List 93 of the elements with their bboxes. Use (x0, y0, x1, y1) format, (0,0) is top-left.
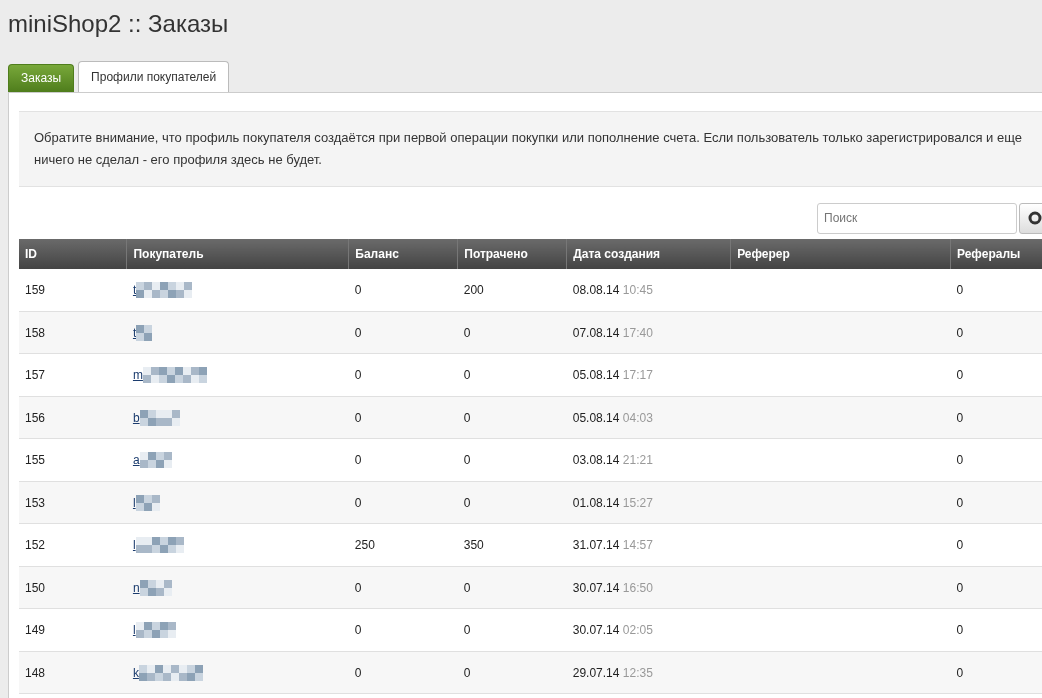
table-cell: 0 (457, 311, 567, 354)
search-icon (1028, 211, 1042, 226)
column-header[interactable]: Дата создания (566, 238, 731, 269)
table-cell: 152 (19, 523, 127, 567)
date-text: 30.07.14 (572, 623, 620, 638)
pixelated-drawing (135, 622, 176, 639)
table-cell: 350 (457, 523, 567, 567)
pixelated-drawing (139, 452, 172, 469)
time-text: 14:57 (622, 538, 653, 553)
time-text: 16:50 (622, 580, 653, 595)
table-cell: 0 (457, 608, 567, 652)
column-header[interactable]: Потрачено (457, 238, 567, 269)
table-cell: 250 (348, 523, 458, 567)
table-cell: 0 (457, 481, 567, 524)
table-cell: 150 (19, 566, 127, 609)
time-text: 10:45 (622, 282, 653, 297)
table-cell: 149 (19, 608, 127, 652)
date-text: 31.07.14 (572, 538, 620, 553)
buyer-link[interactable]: l (132, 621, 136, 640)
table-cell: 0 (950, 396, 1042, 439)
time-text: 15:27 (622, 495, 653, 510)
buyer-link[interactable]: t (132, 280, 137, 299)
date-text: 30.07.14 (572, 580, 620, 595)
table-cell: 0 (348, 396, 458, 439)
column-header[interactable]: Реферер (730, 238, 951, 269)
buyer-link[interactable]: l (132, 536, 136, 555)
table-cell: 0 (950, 608, 1042, 652)
date-text: 05.08.14 (572, 368, 620, 383)
table-cell: 0 (348, 353, 458, 397)
table-cell: 0 (348, 311, 458, 354)
table-cell: 0 (457, 651, 567, 694)
buyer-link[interactable]: n (132, 578, 140, 597)
pixelated-drawing (138, 664, 203, 681)
table-cell: 0 (950, 268, 1042, 312)
time-text: 17:40 (622, 325, 653, 340)
table-cell: 148 (19, 651, 127, 694)
table-cell: 155 (19, 438, 127, 482)
page-title: miniShop2 :: Заказы (7, 9, 230, 39)
table-cell: 0 (348, 651, 458, 694)
date-text: 05.08.14 (572, 410, 620, 425)
date-text: 03.08.14 (572, 453, 620, 468)
buyer-link[interactable]: k (132, 663, 139, 682)
time-text: 17:17 (622, 368, 653, 383)
table-cell: 156 (19, 396, 127, 439)
table-cell: 0 (950, 311, 1042, 354)
column-header[interactable]: Рефералы (950, 238, 1042, 269)
table-cell: 0 (457, 438, 567, 482)
table-cell: 0 (348, 566, 458, 609)
table-cell: 0 (457, 396, 567, 439)
buyer-link[interactable]: b (132, 408, 140, 427)
date-text: 08.08.14 (572, 282, 620, 297)
table-cell: 200 (457, 268, 567, 312)
table-cell: 0 (950, 523, 1042, 567)
time-text: 21:21 (622, 453, 653, 468)
table-cell: 158 (19, 311, 127, 354)
pixelated-drawing (139, 579, 172, 596)
column-header[interactable]: ID (19, 238, 127, 269)
time-text: 02:05 (622, 623, 653, 638)
table-cell: 159 (19, 268, 127, 312)
table-cell: 153 (19, 481, 127, 524)
table-cell: 0 (348, 481, 458, 524)
pixelated-drawing (135, 537, 184, 554)
date-text: 01.08.14 (572, 495, 620, 510)
pixelated-drawing (136, 324, 153, 341)
table-cell: 0 (457, 353, 567, 397)
notice-text: Обратите внимание, что профиль покупателя создаётся при первой операции покупки или пополнение счета. Если пользователь только зарегистрировался и еще ничего не сделал - его профиля здесь не будет. (19, 110, 1042, 187)
table-cell: 0 (950, 481, 1042, 524)
table-cell: 0 (950, 438, 1042, 482)
tab[interactable]: Заказы (8, 63, 75, 92)
table-cell: 157 (19, 353, 127, 397)
pixelated-drawing (135, 494, 160, 511)
buyer-link[interactable]: m (132, 366, 143, 385)
column-header[interactable]: Баланс (348, 238, 458, 269)
time-text: 12:35 (622, 665, 653, 680)
search-field[interactable]: Поиск (817, 202, 1017, 234)
table-cell: 0 (348, 608, 458, 652)
table-cell: 0 (348, 438, 458, 482)
pixelated-drawing (139, 409, 180, 426)
pixelated-drawing (136, 281, 193, 298)
table-cell: 0 (950, 566, 1042, 609)
buyer-link[interactable]: l (132, 493, 136, 512)
buyer-link[interactable]: a (132, 451, 140, 470)
date-text: 29.07.14 (572, 665, 620, 680)
pixelated-drawing (142, 367, 207, 384)
table-cell: 0 (348, 268, 458, 312)
date-text: 07.08.14 (572, 325, 620, 340)
column-header[interactable]: Покупатель (126, 238, 349, 269)
table-cell: 0 (950, 353, 1042, 397)
time-text: 04:03 (622, 410, 653, 425)
tab[interactable]: Профили покупателей (78, 60, 230, 92)
table-cell: 0 (457, 566, 567, 609)
table-cell: 0 (950, 651, 1042, 694)
buyer-link[interactable]: t (132, 323, 137, 342)
